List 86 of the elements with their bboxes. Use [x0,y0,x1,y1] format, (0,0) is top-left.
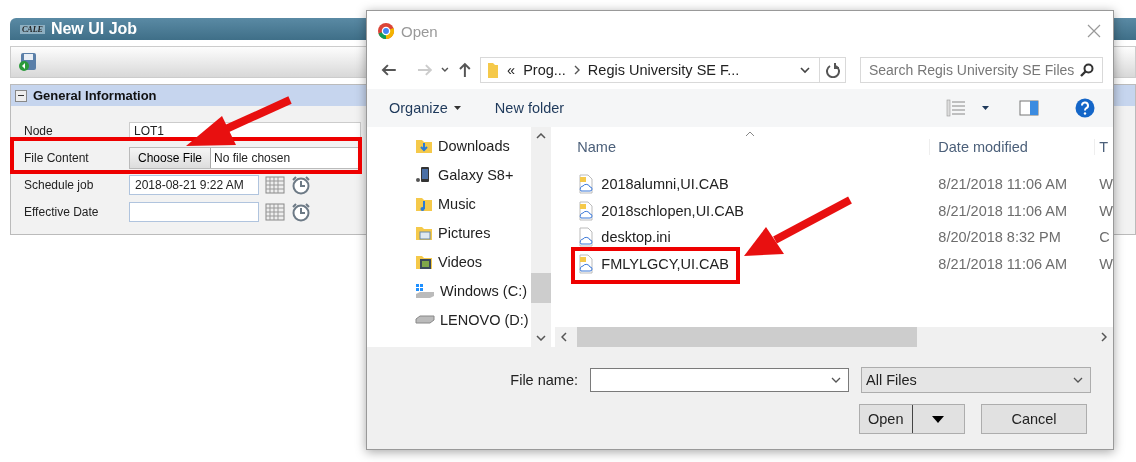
sort-caret-icon [745,131,756,137]
videos-folder-icon [415,253,433,271]
nav-item[interactable]: LENOVO (D:) [415,309,532,331]
new-folder-button[interactable]: New folder [494,100,565,116]
cancel-button[interactable]: Cancel [981,404,1087,434]
file-row[interactable]: desktop.ini [577,227,930,248]
cloud-file-icon [577,253,596,274]
table-cell-text: C [1098,229,1110,246]
file-type-dropdown[interactable]: All Files [861,367,1091,393]
table-cell-text: W [1098,255,1113,272]
file-name-label: File name: [510,372,578,388]
save-icon[interactable] [17,52,37,72]
nav-item[interactable]: Music [415,193,532,215]
alarm-clock-icon[interactable] [291,202,311,222]
search-icon [1080,63,1094,77]
open-button[interactable]: Open [859,404,965,434]
cloud-file-icon [577,174,596,195]
nav-item[interactable]: Videos [415,251,532,273]
breadcrumb[interactable]: Regis University SE F... [587,62,740,78]
back-arrow-icon[interactable] [381,63,397,77]
date-field[interactable] [129,202,259,222]
nav-item[interactable]: Galaxy S8+ [415,164,532,186]
horizontal-scrollbar[interactable] [555,327,1113,347]
up-arrow-icon[interactable] [458,62,473,78]
column-header[interactable]: T [1094,139,1109,155]
vertical-scrollbar[interactable] [531,127,552,347]
scroll-left-icon[interactable] [561,332,568,342]
breadcrumb[interactable]: Prog... [523,62,566,78]
choose-file-button[interactable]: Choose File [130,148,212,168]
dropdown-arrow-icon[interactable] [932,415,945,423]
refresh-icon[interactable] [825,62,840,78]
date-cell-text: 8/21/2018 11:06 AM [937,202,1069,219]
field-label: Effective Date [24,205,100,219]
breadcrumb-chevron-icon[interactable] [573,65,580,75]
downloads-folder-icon [415,137,433,155]
date-cell-text: 8/21/2018 11:06 AM [937,255,1069,272]
preview-pane-icon[interactable] [1019,100,1039,116]
file-name-field[interactable] [590,368,849,392]
drive-icon [415,315,435,325]
table-cell-text: W [1098,176,1113,193]
chevron-down-icon[interactable] [799,66,812,74]
dropdown-arrow-icon[interactable] [982,106,989,110]
date-field[interactable]: 2018-08-21 9:22 AM [129,175,259,195]
nav-item[interactable]: Pictures [415,222,532,244]
browser-logo-icon [377,22,395,40]
field-label: Node [24,124,54,138]
file-row[interactable]: 2018schlopen,UI.CAB [577,200,930,221]
table-cell-text: W [1098,202,1113,219]
organize-button[interactable]: Organize [389,100,461,116]
nav-item[interactable]: Windows (C:) [415,280,532,302]
field-label: Schedule job [24,178,95,192]
search-field[interactable]: Search Regis University SE Files [859,57,1103,83]
scroll-down-icon[interactable] [536,335,547,341]
close-icon[interactable] [1087,24,1101,38]
column-header[interactable]: Date modified [929,139,1095,155]
alarm-clock-icon[interactable] [291,175,311,195]
column-header[interactable]: Name [577,139,930,155]
page-title: New UI Job [50,20,138,38]
scrollbar-thumb[interactable] [577,327,918,347]
file-row[interactable]: 2018alumni,UI.CAB [577,174,930,195]
date-cell-text: 8/20/2018 8:32 PM [937,229,1062,246]
chevron-down-icon [1072,376,1084,384]
dropdown-arrow-icon [453,106,461,110]
chevron-down-icon[interactable] [830,376,842,384]
help-icon[interactable] [1075,98,1095,118]
overflow-chevron[interactable]: « [507,62,516,78]
cloud-file-icon [577,227,596,248]
windows-drive-icon [415,282,435,300]
field-label: File Content [24,151,90,165]
dialog-title: Open [401,22,439,40]
pictures-folder-icon [415,224,433,242]
nav-item[interactable]: Downloads [415,135,532,157]
address-bar[interactable]: « Prog... Regis University SE F... [480,57,821,83]
scrollbar-thumb[interactable] [531,273,552,303]
date-cell-text: 8/21/2018 11:06 AM [937,176,1069,193]
collapse-icon[interactable] [15,89,27,102]
folder-icon [487,61,500,79]
cloud-file-icon [577,200,596,221]
scroll-up-icon[interactable] [536,133,547,139]
file-status: No file chosen [213,151,291,165]
file-row[interactable]: FMLYLGCY,UI.CAB [577,253,930,274]
section-title: General Information [33,88,157,103]
scroll-right-icon[interactable] [1101,332,1107,342]
logo: CALE [20,24,45,34]
chevron-down-icon[interactable] [440,66,451,74]
music-folder-icon [415,195,433,213]
